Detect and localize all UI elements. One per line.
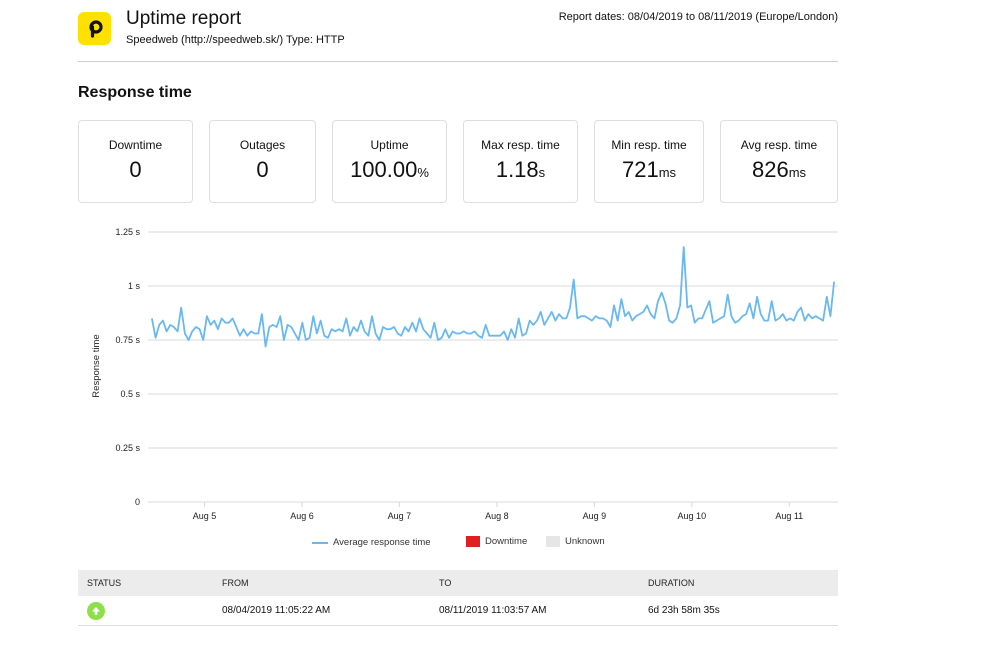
stat-value: 0 [79, 157, 192, 183]
stat-unit: ms [788, 165, 807, 180]
x-tick-label: Aug 5 [193, 511, 217, 521]
stat-label: Avg resp. time [740, 138, 818, 152]
stat-unit: ms [658, 165, 677, 180]
status-cell [87, 596, 105, 625]
x-tick-label: Aug 8 [485, 511, 509, 521]
stat-label: Max resp. time [481, 138, 560, 152]
column-header-to: TO [439, 578, 452, 588]
stat-card-avg-resp: Avg resp. time 826ms [720, 120, 838, 203]
y-tick-label: 0.25 s [115, 443, 140, 453]
stat-card-uptime: Uptime 100.00% [332, 120, 447, 203]
x-tick-label: Aug 9 [583, 511, 607, 521]
x-tick-label: Aug 11 [775, 511, 803, 521]
legend-item-unknown[interactable]: Unknown [546, 536, 605, 547]
y-tick-label: 1.25 s [115, 227, 140, 237]
y-tick-label: 0.5 s [120, 389, 140, 399]
monitor-subtitle: Speedweb (http://speedweb.sk/) Type: HTT… [126, 34, 345, 46]
legend-label: Unknown [565, 536, 605, 547]
stat-unit: % [417, 165, 429, 180]
arrow-up-icon [87, 601, 105, 620]
legend-label: Average response time [333, 537, 431, 548]
logo [78, 12, 111, 45]
legend-line-swatch [312, 541, 328, 544]
column-header-from: FROM [222, 578, 249, 588]
legend-downtime-swatch [466, 536, 480, 547]
y-tick-label: 0.75 s [115, 335, 140, 345]
y-tick-label: 0 [135, 497, 140, 507]
column-header-duration: DURATION [648, 578, 695, 588]
x-tick-label: Aug 7 [388, 511, 412, 521]
legend-unknown-swatch [546, 536, 560, 547]
to-cell: 08/11/2019 11:03:57 AM [439, 605, 547, 616]
stat-number: 100.00 [350, 157, 418, 182]
stat-value: 826ms [721, 157, 837, 183]
stat-card-max-resp: Max resp. time 1.18s [463, 120, 578, 203]
y-axis-label: Response time [91, 334, 102, 397]
stat-card-downtime: Downtime 0 [78, 120, 193, 203]
logo-p-icon [88, 19, 103, 38]
outages-table-header: STATUS FROM TO DURATION [78, 570, 838, 596]
stat-number: 826 [751, 157, 789, 182]
page-title: Uptime report [126, 8, 242, 29]
legend-label: Downtime [485, 536, 528, 547]
stat-label: Downtime [108, 138, 163, 152]
header-divider [78, 61, 838, 62]
stat-number: 1.18 [495, 157, 539, 182]
stat-card-outages: Outages 0 [209, 120, 316, 203]
stat-value: 1.18s [464, 157, 577, 183]
column-header-status: STATUS [87, 578, 122, 588]
stat-value: 100.00% [333, 157, 446, 183]
table-row: 08/04/2019 11:05:22 AM 08/11/2019 11:03:… [78, 596, 838, 626]
x-tick-label: Aug 10 [678, 511, 707, 521]
duration-cell: 6d 23h 58m 35s [648, 605, 720, 616]
from-cell: 08/04/2019 11:05:22 AM [222, 605, 331, 616]
x-tick-label: Aug 6 [290, 511, 314, 521]
stat-number: 0 [129, 157, 142, 182]
stat-value: 721ms [595, 157, 703, 183]
series-line-average-response-time [151, 246, 835, 348]
stat-number: 721 [621, 157, 659, 182]
y-tick-label: 1 s [128, 281, 141, 291]
stat-label: Uptime [370, 138, 409, 152]
legend-item-downtime[interactable]: Downtime [466, 536, 527, 547]
stat-label: Min resp. time [611, 138, 687, 152]
response-time-chart: 0 0.25 s 0.5 s 0.75 s 1 s 1.25 s Aug 5 Aug 6 Au… [91, 227, 838, 521]
stat-label: Outages [239, 138, 286, 152]
stat-unit: s [538, 165, 546, 180]
stat-number: 0 [256, 157, 269, 182]
legend-item-average[interactable]: Average response time [312, 537, 431, 548]
stat-value: 0 [210, 157, 315, 183]
section-title: Response time [78, 84, 192, 101]
report-dates: Report dates: 08/04/2019 to 08/11/2019 (… [558, 11, 838, 23]
stat-card-min-resp: Min resp. time 721ms [594, 120, 704, 203]
